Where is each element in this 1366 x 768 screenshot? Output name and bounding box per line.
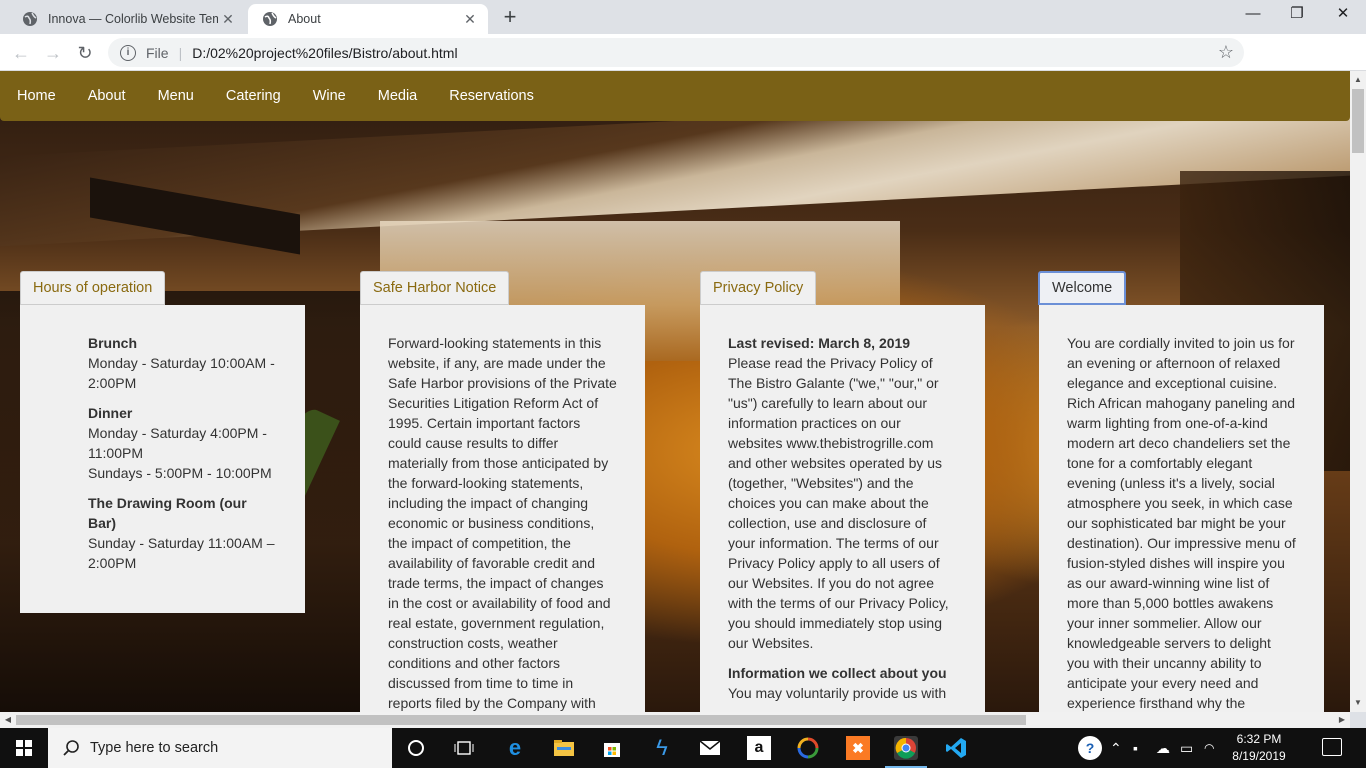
battery-icon[interactable]: ▭: [1180, 728, 1193, 768]
new-tab-button[interactable]: +: [498, 4, 522, 30]
nav-home[interactable]: Home: [17, 88, 56, 104]
privacy-text: Please read the Privacy Policy of The Bi…: [728, 355, 949, 651]
scroll-up-icon[interactable]: ▲: [1350, 73, 1366, 87]
hours-card: Brunch Monday - Saturday 10:00AM - 2:00P…: [20, 305, 305, 613]
url-separator: |: [178, 44, 183, 61]
privacy-card: Last revised: March 8, 2019 Please read …: [700, 305, 985, 712]
system-clock[interactable]: 6:32 PM 8/19/2019: [1224, 731, 1294, 765]
back-arrow-icon[interactable]: ←: [8, 40, 34, 66]
site-navbar: Home About Menu Catering Wine Media Rese…: [0, 71, 1350, 121]
show-hidden-icons-icon[interactable]: ⌃: [1110, 728, 1122, 768]
hours-line: Sundays - 5:00PM - 10:00PM: [88, 465, 272, 481]
chrome-icon[interactable]: [894, 736, 918, 760]
scroll-down-icon[interactable]: ▼: [1350, 696, 1366, 710]
tab-privacy-policy[interactable]: Privacy Policy: [700, 271, 817, 305]
store-icon[interactable]: [600, 736, 624, 760]
clock-time: 6:32 PM: [1236, 732, 1282, 746]
tab-title: Innova — Colorlib Website Temp: [48, 12, 218, 26]
globe-icon: [23, 12, 37, 26]
vertical-scroll-thumb[interactable]: [1352, 89, 1364, 153]
close-tab-icon[interactable]: ✕: [218, 11, 238, 28]
forward-arrow-icon[interactable]: →: [40, 40, 66, 66]
maximize-button[interactable]: ❐: [1274, 0, 1320, 30]
bookmark-star-icon[interactable]: ☆: [1218, 42, 1234, 63]
lightning-app-icon[interactable]: ϟ: [650, 735, 674, 760]
close-window-button[interactable]: ✕: [1320, 0, 1366, 30]
action-center-icon[interactable]: [1322, 738, 1342, 756]
edge-icon[interactable]: e: [503, 735, 527, 760]
tab-strip: Innova — Colorlib Website Temp ✕ About ✕…: [0, 0, 1366, 34]
network-status-icon[interactable]: ▪: [1133, 728, 1138, 768]
cortana-icon[interactable]: [404, 736, 428, 760]
info-icon[interactable]: i: [120, 44, 136, 61]
nav-catering[interactable]: Catering: [226, 88, 281, 104]
scroll-left-icon[interactable]: ◀: [0, 712, 16, 728]
globe-icon: [263, 12, 277, 26]
amazon-icon[interactable]: a: [747, 736, 771, 760]
task-view-icon[interactable]: [452, 736, 476, 760]
horizontal-scrollbar[interactable]: ◀ ▶: [0, 712, 1350, 728]
safe-harbor-text: Forward-looking statements in this websi…: [388, 335, 617, 711]
url-text[interactable]: D:/02%20project%20files/Bistro/about.htm…: [192, 45, 457, 61]
search-icon: [63, 740, 79, 756]
nav-wine[interactable]: Wine: [313, 88, 346, 104]
privacy-subheading: Information we collect about you: [728, 665, 947, 681]
file-explorer-icon[interactable]: [552, 736, 576, 760]
reload-icon[interactable]: ↻: [72, 40, 98, 66]
hours-heading: Brunch: [88, 335, 137, 351]
hours-line: Monday - Saturday 4:00PM - 11:00PM: [88, 425, 267, 461]
nav-media[interactable]: Media: [378, 88, 418, 104]
url-scheme: File: [146, 44, 169, 61]
xampp-icon[interactable]: ✖: [846, 736, 870, 760]
browser-toolbar: ← → ↻ i File | D:/02%20project%20files/B…: [0, 34, 1366, 96]
mail-icon[interactable]: [698, 736, 722, 760]
help-icon[interactable]: ?: [1078, 736, 1102, 760]
safe-harbor-card: Forward-looking statements in this websi…: [360, 305, 645, 712]
tab-hours-of-operation[interactable]: Hours of operation: [20, 271, 166, 305]
tab-safe-harbor-notice[interactable]: Safe Harbor Notice: [360, 271, 510, 305]
app-swirl-icon[interactable]: [796, 736, 820, 760]
wifi-icon[interactable]: ◠: [1204, 728, 1214, 768]
hours-heading: Dinner: [88, 405, 133, 421]
browser-tab-innova[interactable]: Innova — Colorlib Website Temp ✕: [8, 4, 246, 34]
page-viewport: Home About Menu Catering Wine Media Rese…: [0, 71, 1350, 712]
privacy-subtext: You may voluntarily provide us with: [728, 685, 947, 701]
welcome-card: You are cordially invited to join us for…: [1039, 305, 1324, 712]
close-tab-icon[interactable]: ✕: [460, 11, 480, 28]
hours-line: Sunday - Saturday 11:00AM – 2:00PM: [88, 535, 275, 571]
welcome-text: You are cordially invited to join us for…: [1067, 335, 1296, 711]
scroll-right-icon[interactable]: ▶: [1334, 712, 1350, 728]
address-bar[interactable]: i File | D:/02%20project%20files/Bistro/…: [108, 38, 1244, 67]
clock-date: 8/19/2019: [1232, 749, 1286, 763]
onedrive-icon[interactable]: ☁: [1156, 728, 1170, 768]
browser-tab-about[interactable]: About ✕: [248, 4, 488, 34]
windows-logo-icon: [16, 740, 32, 756]
search-placeholder: Type here to search: [90, 740, 219, 756]
start-button[interactable]: [0, 728, 48, 768]
nav-menu[interactable]: Menu: [158, 88, 194, 104]
horizontal-scroll-thumb[interactable]: [16, 715, 1026, 725]
privacy-revised: Last revised: March 8, 2019: [728, 335, 911, 351]
nav-reservations[interactable]: Reservations: [449, 88, 534, 104]
vscode-icon[interactable]: [944, 736, 968, 760]
taskbar-search[interactable]: Type here to search: [48, 728, 392, 768]
hours-line: Monday - Saturday 10:00AM - 2:00PM: [88, 355, 275, 391]
tab-welcome[interactable]: Welcome: [1038, 271, 1127, 305]
windows-taskbar: Type here to search e ϟ a ✖ ? ⌃ ▪ ☁ ▭ ◠ …: [0, 728, 1366, 768]
nav-about[interactable]: About: [88, 88, 126, 104]
minimize-button[interactable]: —: [1230, 0, 1276, 30]
hours-heading: The Drawing Room (our Bar): [88, 495, 247, 531]
tab-title: About: [288, 12, 321, 26]
vertical-scrollbar[interactable]: ▲ ▼: [1350, 71, 1366, 712]
